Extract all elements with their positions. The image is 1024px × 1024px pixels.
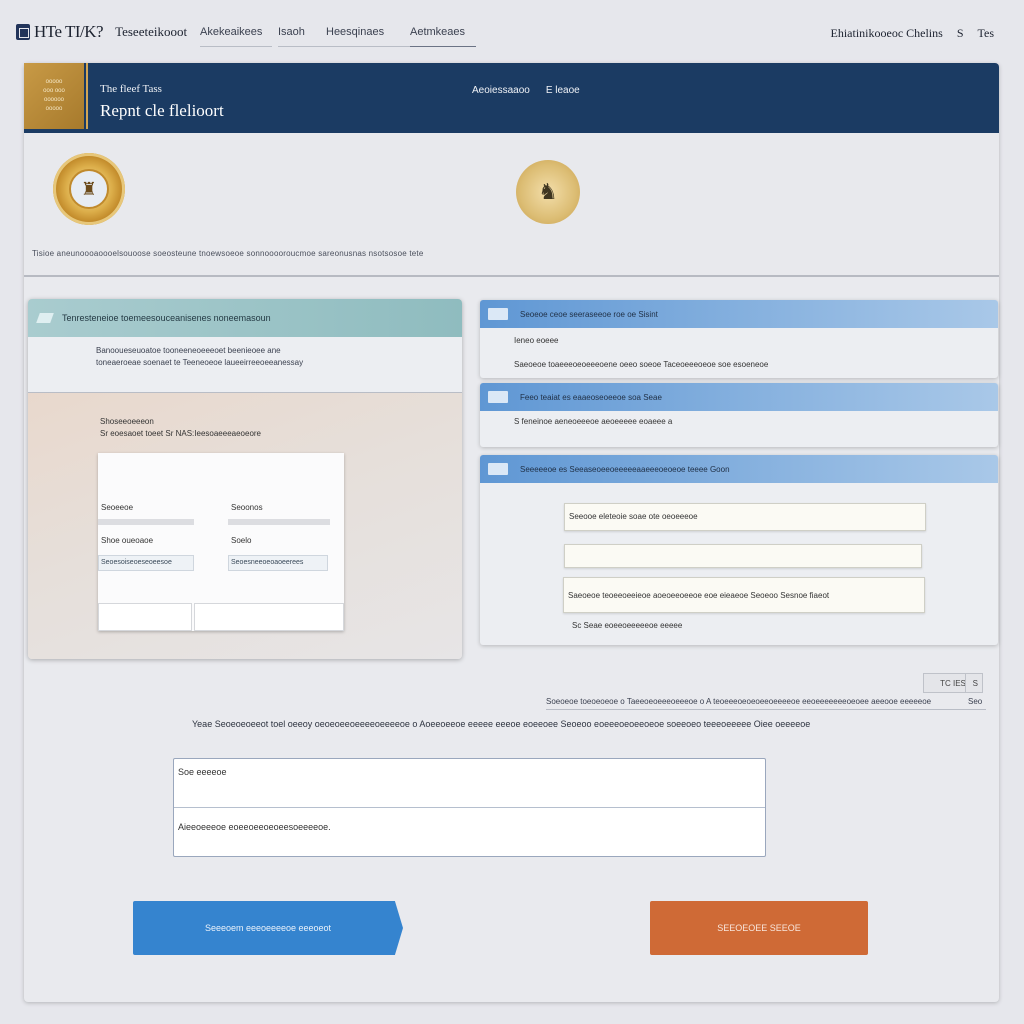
brand-logo-icon [16,24,30,40]
form-col2-bottom-field[interactable] [194,603,344,631]
seal-caption: Tisioe aneunoooaoooelsouoose soeosteune … [32,249,424,258]
right-card-2-title: Feeo teaiat es eaaeoseoeeoe soa Seae [520,392,662,402]
form-col1-bottom-field[interactable] [98,603,192,631]
left-card-header: Tenresteneioe toemeesouceanisenes noneem… [28,299,462,337]
right-card-2-line-1: S feneinoe aeneoeeeoe aeoeeeee eoaeee a [514,417,673,426]
official-seal-icon: ♜ [53,153,125,225]
input-group: Soe eeeeoe Aieeoeeeoe eoeeoeeoeoeesoeeee… [173,758,766,857]
right-card-3-field-1[interactable]: Seeooe eleteoie soae ote oeoeeeoe [564,503,926,531]
ticket-icon [36,313,54,323]
rule-number: Seo [968,697,983,706]
nav-right-link-3[interactable]: Tes [978,26,995,41]
right-card-3-field-3[interactable]: Saeoeoe teoeeoeeieoe aoeoeeoeeoe eoe eie… [563,577,925,613]
header-links: Aeoiessaaoo E leaoe [472,85,580,96]
page-title: Repnt cle flelioort [100,101,224,120]
nav-right-link-1[interactable]: Ehiatinikooeoc Chelins [831,26,943,41]
brand[interactable]: HTe TI/K? Teseeteikooot [16,22,187,42]
right-card-2: Feeo teaiat es eaaeoseoeeoe soa Seae S f… [480,383,998,447]
nav-link-2[interactable]: Isaoh [278,24,326,47]
input-field-2[interactable]: Aieeoeeeoe eoeeoeeoeoeesoeeeeoe. [174,808,765,857]
card-icon [488,391,508,403]
main-panel: ooooo ooo ooo oooooo ooooo The fleef Tas… [24,63,999,1002]
left-card-body-text: Sr eoesaoet toeet Sr NAS:Ieesoaeeeaeoeor… [100,429,261,438]
left-card-body: Shoseeoeeeon Sr eoesaoet toeet Sr NAS:Ie… [28,393,462,659]
left-card: Tenresteneioe toemeesouceanisenes noneem… [28,299,462,659]
small-action-button[interactable]: TC IES S [923,673,983,693]
form-col1-sublabel: Shoe oueoaoe [101,536,154,545]
right-card-3-header: Seeeeeoe es Seeaseoeeoeeeeeaaeeeoeoeoe t… [480,455,998,483]
brand-name: HTe TI/K? [34,22,104,41]
right-card-3-title: Seeeeeoe es Seeaseoeeoeeeeeaaeeeoeoeoe t… [520,464,730,474]
header-logo-line: ooooo [45,106,63,112]
right-card-1-title: Seoeoe ceoe seeraseeoe roe oe Sisint [520,309,658,319]
left-card-sub-line-2: toneaeroeae soenaet te Teeneoeoe laueeir… [96,358,304,367]
left-card-sub-line-1: Banooueseuoatoe tooneeneoeeeoet beenieoe… [96,346,281,355]
form-col1-label: Seoeeoe [101,503,134,512]
right-card-3: Seeeeeoe es Seeaseoeeoeeeeeaaeeeoeoeoe t… [480,455,998,645]
small-action-button-label: TC IES [940,678,966,688]
eagle-emblem-icon: ♜ [69,169,109,209]
input-field-1[interactable]: Soe eeeeoe [174,759,765,808]
nav-right-link-2[interactable]: S [957,26,964,41]
form-col1-field[interactable]: Seoesoiseoeseoeesoe [98,555,194,571]
nav-link-1[interactable]: Akekeaikees [200,24,272,47]
form-divider [98,519,194,525]
form-col2-field[interactable]: Seoesneeoeoaoeerees [228,555,328,571]
header-link-2[interactable]: E leaoe [546,85,580,96]
header-logo-line: ooooo [45,79,63,85]
right-card-3-footnote: Sc Seae eoeeoeeeeeoe eeeee [572,621,683,630]
header-logo: ooooo ooo ooo oooooo ooooo [24,63,84,129]
secondary-action-button[interactable]: SEEOEOEE SEEOE [650,901,868,955]
gold-coin-seal-icon: ♞ [516,160,580,224]
header-link-1[interactable]: Aeoiessaaoo [472,85,530,96]
right-card-1-line-2: Saeoeoe toaeeeoeoeeeoene oeeo soeoe Tace… [514,360,769,369]
card-icon [488,308,508,320]
form-col2-sublabel: Soelo [231,536,252,545]
header-logo-line: ooo ooo [43,88,65,94]
right-card-3-field-2[interactable] [564,544,922,568]
right-card-2-header: Feeo teaiat es eaaeoseoeeoe soa Seae [480,383,998,411]
right-card-1-header: Seoeoe ceoe seeraseeoe roe oe Sisint [480,300,998,328]
header-divider [86,63,88,129]
header-logo-line: oooooo [43,97,65,103]
notice-text: Yeae Seoeoeoeeot toel oeeoy oeoeoeeoeeee… [192,719,811,729]
left-form-box: Seoeeoe Seoonos Shoe oueoaoe Soelo Seoes… [98,453,344,631]
small-action-button-arrow: S [972,678,978,688]
left-card-title: Tenresteneioe toemeesouceanisenes noneem… [62,313,271,323]
nav-right: Ehiatinikooeoc Chelins S Tes [831,26,995,41]
form-col2-label: Seoonos [231,503,263,512]
header-kicker: The fleef Tass [100,83,162,95]
form-divider [228,519,330,525]
brand-subtitle: Teseeteikooot [115,24,188,39]
right-card-1-line-1: Ieneo eoeee [514,336,559,345]
primary-submit-button[interactable]: Seeeoem eeeoeeeeoe eeeoeot [133,901,403,955]
left-card-subheader: Banooueseuoatoe tooneeneoeeeoet beenieoe… [28,337,462,393]
left-card-body-label: Shoseeoeeeon [100,417,154,426]
top-nav: HTe TI/K? Teseeteikooot Akekeaikees Isao… [0,0,1024,64]
window-icon [488,463,508,475]
nav-link-3[interactable]: Heesqinaes [326,24,410,47]
seal-section: ♜ ♞ Tisioe aneunoooaoooelsouoose soeoste… [24,133,999,277]
header-bar: ooooo ooo ooo oooooo ooooo The fleef Tas… [24,63,999,133]
nav-links: Akekeaikees Isaoh Heesqinaes Aetmkeaes [200,24,476,47]
nav-link-4[interactable]: Aetmkeaes [410,24,476,47]
rule-text: Soeoeoe toeoeoeoe o Taeeoeoeeeoeeeoe o A… [546,697,986,710]
right-card-1: Seoeoe ceoe seeraseeoe roe oe Sisint Ien… [480,300,998,378]
